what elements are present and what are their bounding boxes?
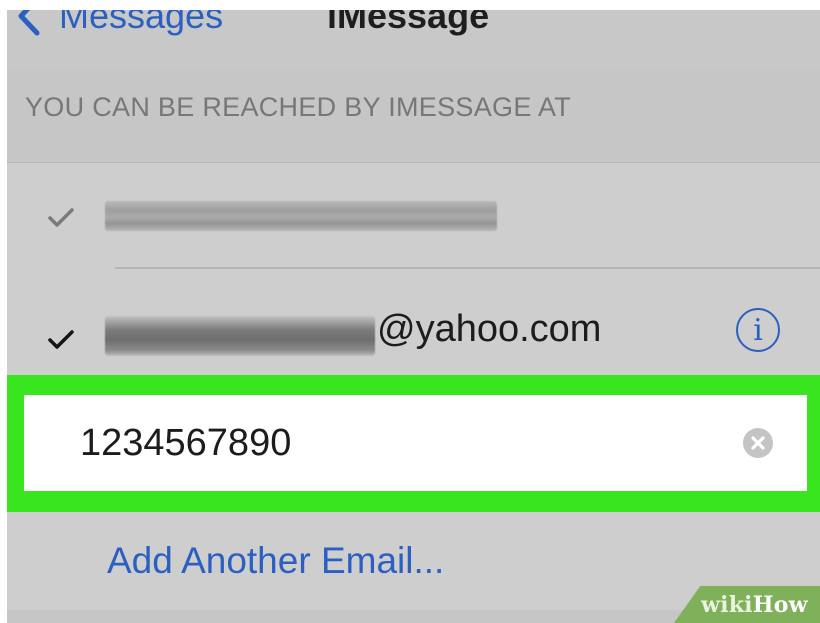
back-button[interactable]: Messages — [17, 10, 223, 46]
chevron-left-icon — [18, 10, 40, 36]
section-header: YOU CAN BE REACHED BY IMESSAGE AT — [7, 70, 820, 163]
address-list: @yahoo.com i — [7, 163, 820, 383]
checkmark-icon — [48, 208, 74, 227]
clear-icon — [751, 436, 765, 450]
address-row-redacted[interactable] — [7, 163, 820, 263]
settings-screen: Messages iMessage YOU CAN BE REACHED BY … — [7, 10, 820, 623]
checkmark-icon — [48, 330, 74, 349]
info-icon: i — [753, 312, 763, 348]
watermark-part-wiki: wiki — [701, 592, 753, 618]
redacted-email-name — [105, 316, 375, 356]
section-header-text: YOU CAN BE REACHED BY IMESSAGE AT — [25, 92, 572, 122]
row-divider — [115, 267, 820, 269]
redacted-address — [105, 201, 497, 231]
info-button[interactable]: i — [736, 308, 780, 352]
page-title: iMessage — [327, 10, 490, 36]
phone-input[interactable] — [80, 395, 700, 491]
navigation-bar: Messages iMessage — [7, 10, 820, 71]
add-another-email-link[interactable]: Add Another Email... — [107, 540, 444, 582]
email-suffix: @yahoo.com — [377, 308, 602, 350]
watermark-part-how: How — [752, 592, 808, 618]
frame: Messages iMessage YOU CAN BE REACHED BY … — [0, 0, 820, 623]
watermark-logo: wikiHow — [701, 592, 808, 618]
clear-button[interactable] — [743, 428, 773, 458]
back-label: Messages — [59, 10, 224, 36]
phone-field-row — [24, 395, 807, 491]
